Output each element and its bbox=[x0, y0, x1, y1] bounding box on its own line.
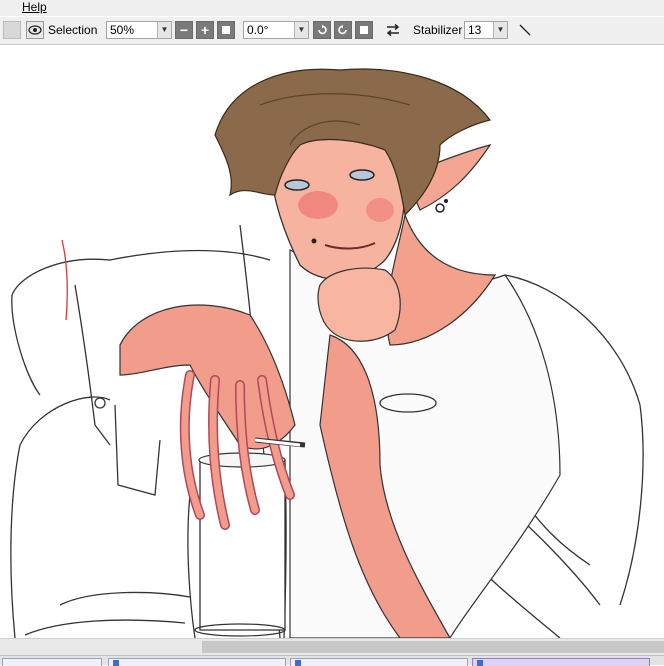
horizontal-scrollbar[interactable] bbox=[0, 638, 664, 655]
window-icon bbox=[477, 660, 483, 666]
window-icon bbox=[113, 660, 119, 666]
stabilizer-label: Stabilizer bbox=[413, 23, 463, 37]
minus-icon[interactable]: − bbox=[175, 21, 193, 39]
rotate-right-icon[interactable] bbox=[334, 21, 352, 39]
artwork-illustration bbox=[10, 68, 644, 638]
layer-toggle-button[interactable] bbox=[3, 21, 21, 39]
menu-help[interactable]: Help bbox=[22, 0, 47, 14]
eye-icon[interactable] bbox=[26, 21, 44, 39]
stabilizer-value: 13 bbox=[468, 23, 482, 37]
chevron-down-icon: ▼ bbox=[493, 22, 507, 38]
chevron-down-icon: ▼ bbox=[157, 22, 171, 38]
taskbar bbox=[0, 655, 664, 666]
toolbar: Selection 50% ▼ − + 0.0° ▼ Stabilizer 13… bbox=[0, 17, 664, 45]
pen-line-icon[interactable] bbox=[516, 21, 534, 39]
flip-horizontal-icon[interactable] bbox=[384, 21, 402, 39]
scrollbar-thumb[interactable] bbox=[202, 641, 664, 653]
chevron-down-icon: ▼ bbox=[294, 22, 308, 38]
reset-icon[interactable] bbox=[217, 21, 235, 39]
zoom-select[interactable]: 50% ▼ bbox=[106, 21, 172, 39]
selection-label: Selection bbox=[48, 23, 98, 37]
stabilizer-select[interactable]: 13 ▼ bbox=[464, 21, 508, 39]
reset-rotation-icon[interactable] bbox=[355, 21, 373, 39]
rotation-select[interactable]: 0.0° ▼ bbox=[243, 21, 309, 39]
zoom-value: 50% bbox=[110, 23, 135, 37]
menu-bar: Help bbox=[0, 0, 664, 16]
plus-icon[interactable]: + bbox=[196, 21, 214, 39]
window-icon bbox=[295, 660, 301, 666]
drawing-canvas[interactable] bbox=[0, 45, 664, 638]
rotate-left-icon[interactable] bbox=[313, 21, 331, 39]
rotation-value: 0.0° bbox=[247, 23, 269, 37]
